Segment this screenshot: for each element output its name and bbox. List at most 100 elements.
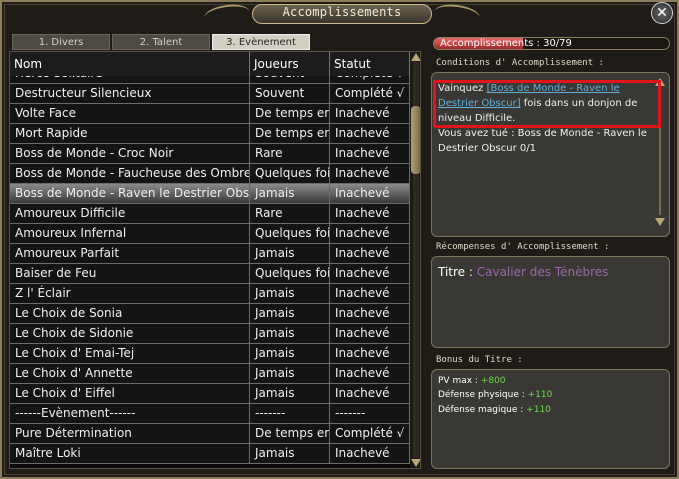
kill-progress: Vous avez tué : Boss de Monde - Raven le… [438, 128, 647, 154]
row-name-cell: Amoureux Difficile [10, 204, 250, 223]
table-row[interactable]: ------Evènement------ ------- ------- [10, 404, 410, 424]
bonus-heading: Bonus du Titre : [436, 355, 523, 365]
bonus-value: +110 [526, 405, 551, 415]
row-name-cell: Amoureux Infernal [10, 224, 250, 243]
row-name-cell: Boss de Monde - Croc Noir [10, 144, 250, 163]
table-row[interactable]: Pure DéterminationDe temps en tempsCompl… [10, 424, 410, 444]
scroll-up-arrow-icon[interactable] [411, 53, 420, 61]
table-row[interactable]: Destructeur Silencieux Souvent Complété √ [10, 84, 410, 104]
row-name-cell: Volte Face [10, 104, 250, 123]
row-players-cell: De temps en temps [250, 424, 330, 443]
table-row[interactable]: Boss de Monde - Faucheuse des Ombres Quel… [10, 164, 410, 184]
bonus-label: Défense physique : [438, 390, 528, 400]
table-row[interactable]: Le Choix d' Annette Jamais Inachevé [10, 364, 410, 384]
column-header-status[interactable]: Statut [330, 52, 410, 76]
reward-title-value: Cavalier des Ténèbres [476, 265, 609, 279]
table-row[interactable]: Baiser de Feu Quelques fois Inachevé [10, 264, 410, 284]
row-players-cell: Jamais [250, 304, 330, 323]
conditions-heading: Conditions d' Accomplissement : [436, 58, 604, 68]
row-name-cell: Pure Détermination [10, 424, 250, 443]
tab-evenement[interactable]: 3. Evènement [212, 34, 310, 50]
row-name-cell: Z l' Éclair [10, 284, 250, 303]
row-players-cell: Jamais [250, 364, 330, 383]
row-players-cell: Rare [250, 204, 330, 223]
row-status-cell: Inachevé [330, 104, 410, 123]
row-players-cell: De temps en temps [250, 104, 330, 123]
row-players-cell: Quelques fois [250, 264, 330, 283]
achievement-list: Nom Joueurs Statut Héros SolitaireSouven… [9, 51, 421, 469]
row-name-cell: Héros Solitaire [10, 76, 250, 83]
list-scrollbar[interactable] [410, 52, 420, 468]
table-row[interactable]: Boss de Monde - Croc Noir Rare Inachevé [10, 144, 410, 164]
table-row[interactable]: Volte FaceDe temps en tempsInachevé [10, 104, 410, 124]
table-row[interactable]: Héros SolitaireSouventComplété √ [10, 76, 410, 84]
table-row[interactable]: Le Choix d' Emai-Tej Jamais Inachevé [10, 344, 410, 364]
achievements-window: Accomplissements ✕ 1. Divers 2. Talent 3… [0, 0, 679, 479]
table-row[interactable]: Amoureux Parfait Jamais Inachevé [10, 244, 410, 264]
close-icon[interactable]: ✕ [651, 2, 673, 24]
bonus-value: +110 [527, 390, 553, 400]
row-status-cell: Inachevé [330, 384, 410, 403]
bonus-item: PV max : +800 [438, 376, 506, 386]
row-status-cell: Inachevé [330, 264, 410, 283]
row-players-cell: Souvent [250, 76, 330, 83]
row-name-cell: Le Choix de Sidonie [10, 324, 250, 343]
scroll-down-arrow-icon[interactable] [411, 459, 420, 467]
row-players-cell: Jamais [250, 284, 330, 303]
tab-divers[interactable]: 1. Divers [12, 34, 110, 50]
tab-talent[interactable]: 2. Talent [112, 34, 210, 50]
row-players-cell: Quelques fois [250, 164, 330, 183]
row-name-cell: Le Choix de Sonia [10, 304, 250, 323]
row-name-cell: ------Evènement------ [10, 404, 250, 423]
row-players-cell: De temps en temps [250, 124, 330, 143]
table-row[interactable]: Le Choix de Sidonie Jamais Inachevé [10, 324, 410, 344]
table-row[interactable]: Le Choix de Sonia Jamais Inachevé [10, 304, 410, 324]
row-name-cell: Le Choix d' Annette [10, 364, 250, 383]
row-status-cell: Inachevé [330, 164, 410, 183]
bonus-box: PV max : +800 Défense physique : +110 Dé… [431, 369, 670, 469]
row-players-cell: Jamais [250, 344, 330, 363]
row-players-cell: Jamais [250, 184, 330, 203]
row-players-cell: Rare [250, 144, 330, 163]
row-status-cell: Inachevé [330, 124, 410, 143]
achievement-progress-bar: Accomplissements : 30/79 [433, 37, 670, 50]
condition-highlight-box [433, 80, 661, 128]
title-bar: Accomplissements [2, 1, 677, 29]
table-row[interactable]: Z l' Éclair Jamais Inachevé [10, 284, 410, 304]
table-row[interactable]: Maître Loki Jamais Inachevé [10, 444, 410, 464]
rewards-box: Titre : Cavalier des Ténèbres [431, 256, 670, 348]
title-ornament-right [432, 1, 482, 29]
row-status-cell: Complété √ [330, 84, 410, 103]
row-status-cell: Inachevé [330, 144, 410, 163]
bonus-label: Défense magique : [438, 405, 527, 415]
column-header-name[interactable]: Nom [10, 52, 250, 76]
row-status-cell: Inachevé [330, 244, 410, 263]
row-status-cell: Inachevé [330, 304, 410, 323]
bonus-label: PV max : [438, 376, 481, 386]
bonus-item: Défense physique : +110 [438, 390, 552, 400]
table-row[interactable]: Mort RapideDe temps en tempsInachevé [10, 124, 410, 144]
row-status-cell: Inachevé [330, 184, 410, 203]
row-status-cell: Inachevé [330, 364, 410, 383]
window-title: Accomplissements [282, 5, 402, 19]
row-players-cell: Jamais [250, 244, 330, 263]
row-name-cell: Le Choix d' Emai-Tej [10, 344, 250, 363]
table-header: Nom Joueurs Statut [10, 52, 410, 77]
table-row[interactable]: Le Choix d' Eiffel Jamais Inachevé [10, 384, 410, 404]
table-row[interactable]: Amoureux Infernal Quelques fois Inachevé [10, 224, 410, 244]
row-status-cell: Inachevé [330, 324, 410, 343]
row-status-cell: Inachevé [330, 344, 410, 363]
scroll-thumb[interactable] [411, 106, 420, 174]
conditions-scroll-down-icon[interactable] [655, 218, 665, 226]
row-status-cell: Complété √ [330, 424, 410, 443]
row-name-cell: Maître Loki [10, 444, 250, 463]
bonus-item: Défense magique : +110 [438, 405, 551, 415]
table-row[interactable]: Boss de Monde - Raven le Destrier Obscur… [10, 184, 410, 204]
row-name-cell: Baiser de Feu [10, 264, 250, 283]
column-header-players[interactable]: Joueurs [250, 52, 330, 76]
row-status-cell: Inachevé [330, 224, 410, 243]
rewards-heading: Récompenses d' Accomplissement : [436, 242, 610, 252]
table-row[interactable]: Amoureux Difficile Rare Inachevé [10, 204, 410, 224]
row-players-cell: Jamais [250, 324, 330, 343]
row-status-cell: Inachevé [330, 204, 410, 223]
